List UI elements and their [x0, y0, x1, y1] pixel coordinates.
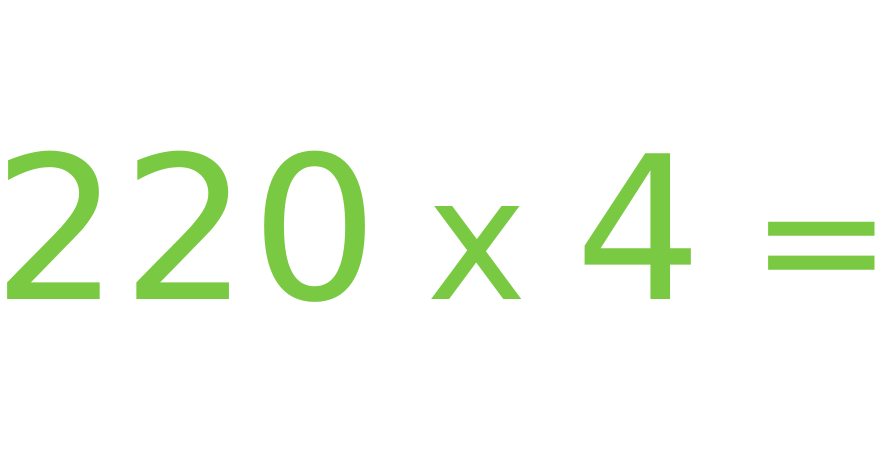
- operand-b: 4: [574, 113, 705, 347]
- operand-a: 220: [0, 113, 381, 347]
- equals-sign: =: [750, 141, 887, 340]
- multiplication-operator: x: [426, 141, 529, 340]
- equation-canvas: 220 x 4 =: [0, 0, 887, 473]
- math-equation: 220 x 4 =: [0, 113, 887, 347]
